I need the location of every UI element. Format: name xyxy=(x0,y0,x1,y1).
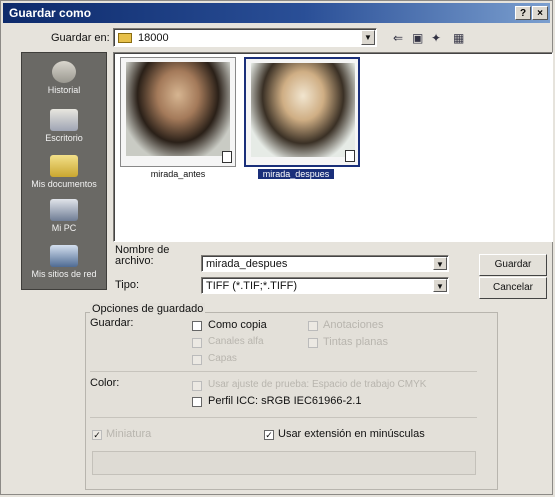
up-folder-icon[interactable]: ▣ xyxy=(412,31,423,45)
back-icon[interactable]: ⇐ xyxy=(393,31,403,45)
annotations-checkbox xyxy=(308,321,318,331)
cancel-button[interactable]: Cancelar xyxy=(479,277,547,299)
file-thumbnail-antes[interactable] xyxy=(120,57,236,167)
icc-profile-label: Perfil ICC: sRGB IEC61966-2.1 xyxy=(208,395,362,407)
lowercase-ext-checkbox[interactable]: ✓ xyxy=(264,430,274,440)
divider xyxy=(90,417,477,418)
file-thumbnail-despues[interactable] xyxy=(244,57,360,167)
history-icon xyxy=(52,61,76,83)
thumbnail-label: Miniatura xyxy=(106,428,152,440)
save-options-title: Opciones de guardado xyxy=(90,303,206,315)
desktop-icon xyxy=(50,109,78,131)
place-desktop-label: Escritorio xyxy=(45,133,83,143)
close-button[interactable]: × xyxy=(532,6,548,20)
alpha-channels-label: Canales alfa xyxy=(208,336,264,347)
chevron-down-icon[interactable]: ▼ xyxy=(433,279,447,292)
filename-input[interactable]: mirada_despues ▼ xyxy=(201,255,449,272)
filename-value: mirada_despues xyxy=(206,258,288,270)
places-bar: Historial Escritorio Mis documentos Mi P… xyxy=(21,52,107,290)
as-copy-label: Como copia xyxy=(208,319,267,331)
save-button[interactable]: Guardar xyxy=(479,254,547,276)
chevron-down-icon[interactable]: ▼ xyxy=(361,30,375,45)
place-history[interactable]: Historial xyxy=(22,61,106,95)
type-label: Tipo: xyxy=(115,279,140,291)
place-my-documents-label: Mis documentos xyxy=(31,179,97,189)
save-options-group: Opciones de guardado Guardar: Como copia… xyxy=(85,303,498,490)
spot-colors-label: Tintas planas xyxy=(323,336,389,348)
title-bar: Guardar como ? × xyxy=(3,3,550,23)
use-proof-label: Usar ajuste de prueba: Espacio de trabaj… xyxy=(208,379,427,390)
chevron-down-icon[interactable]: ▼ xyxy=(433,257,447,270)
view-menu-icon[interactable]: ▦ xyxy=(453,31,464,45)
annotations-label: Anotaciones xyxy=(323,319,384,331)
place-history-label: Historial xyxy=(47,85,81,95)
color-label: Color: xyxy=(90,377,120,389)
folder-icon xyxy=(118,33,132,43)
file-list-view[interactable]: mirada_antes mirada_despues xyxy=(113,52,553,242)
file-name-antes[interactable]: mirada_antes xyxy=(120,169,236,179)
save-as-dialog: Guardar como ? × Guardar en: 18000 ▼ ⇐ ▣… xyxy=(0,0,553,495)
use-proof-checkbox xyxy=(192,381,202,391)
icc-profile-checkbox[interactable] xyxy=(192,397,202,407)
save-in-combo[interactable]: 18000 ▼ xyxy=(113,28,377,47)
my-computer-icon xyxy=(50,199,78,221)
divider xyxy=(90,371,477,372)
place-network[interactable]: Mis sitios de red xyxy=(22,245,106,279)
warning-area xyxy=(92,451,476,475)
alpha-channels-checkbox xyxy=(192,338,202,348)
place-network-label: Mis sitios de red xyxy=(31,269,97,279)
layers-label: Capas xyxy=(208,353,237,364)
file-type-select[interactable]: TIFF (*.TIF;*.TIFF) ▼ xyxy=(201,277,449,294)
as-copy-checkbox[interactable] xyxy=(192,321,202,331)
place-desktop[interactable]: Escritorio xyxy=(22,109,106,143)
network-places-icon xyxy=(50,245,78,267)
save-in-label: Guardar en: xyxy=(51,32,110,44)
filename-label: Nombre de archivo: xyxy=(115,244,170,267)
image-preview xyxy=(126,62,230,156)
file-type-value: TIFF (*.TIF;*.TIFF) xyxy=(206,280,298,292)
place-my-documents[interactable]: Mis documentos xyxy=(22,155,106,189)
document-icon xyxy=(222,151,232,163)
save-in-value: 18000 xyxy=(138,32,169,44)
help-button[interactable]: ? xyxy=(515,6,531,20)
lowercase-ext-label: Usar extensión en minúsculas xyxy=(278,428,425,440)
spot-colors-checkbox xyxy=(308,338,318,348)
place-my-pc[interactable]: Mi PC xyxy=(22,199,106,233)
new-folder-icon[interactable]: ✦ xyxy=(431,31,441,45)
thumbnail-checkbox: ✓ xyxy=(92,430,102,440)
place-my-pc-label: Mi PC xyxy=(51,223,77,233)
file-name-despues[interactable]: mirada_despues xyxy=(258,169,334,179)
layers-checkbox xyxy=(192,355,202,365)
dialog-title: Guardar como xyxy=(9,6,92,20)
save-label: Guardar: xyxy=(90,317,134,329)
my-documents-icon xyxy=(50,155,78,177)
document-icon xyxy=(345,150,355,162)
image-preview xyxy=(251,63,355,157)
